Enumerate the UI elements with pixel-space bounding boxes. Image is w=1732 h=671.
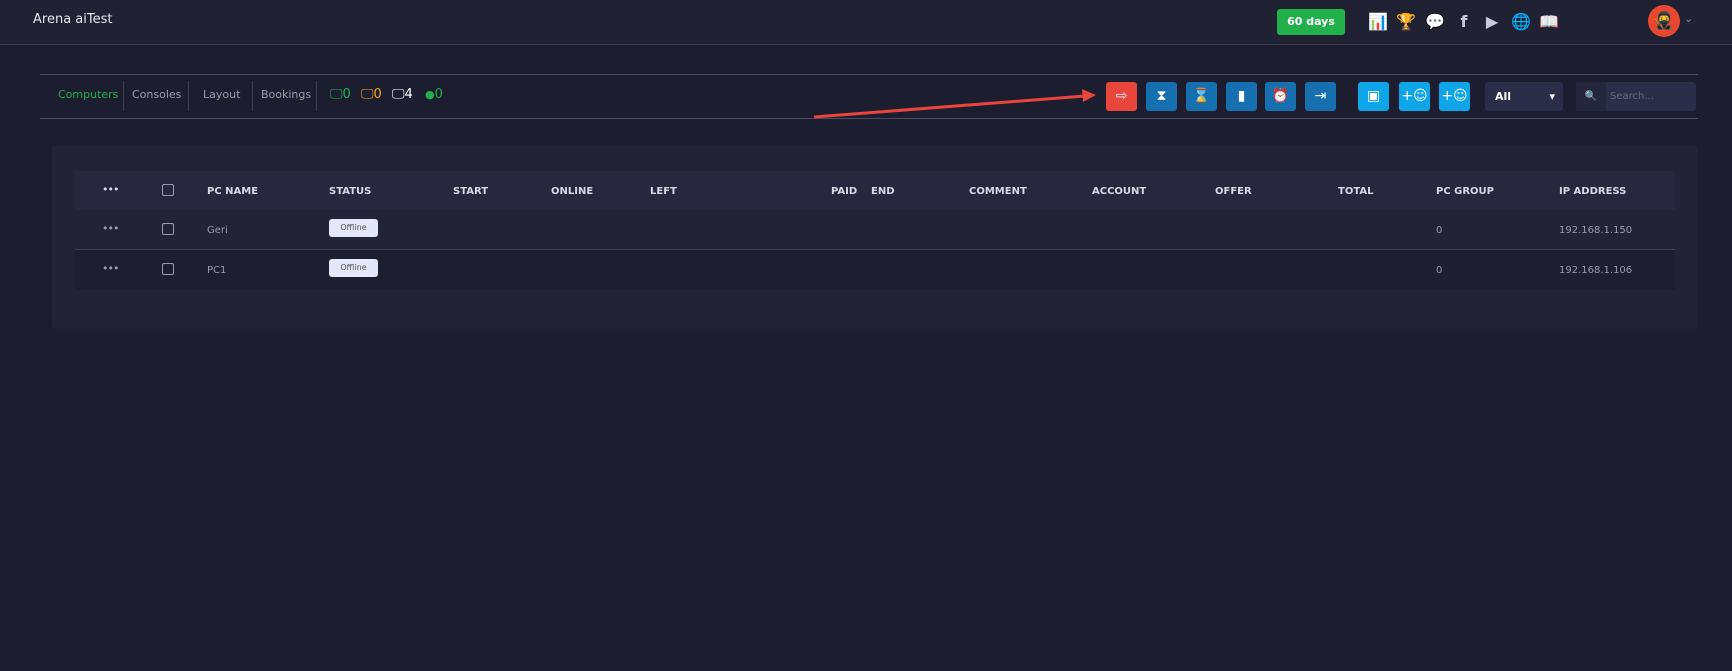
- col-status[interactable]: STATUS: [329, 186, 371, 197]
- group-filter-select[interactable]: All ▾: [1485, 82, 1563, 111]
- pc-name: PC1: [207, 265, 227, 276]
- logout-pc-button[interactable]: ⇨: [1106, 82, 1137, 111]
- filter-value: All: [1495, 90, 1512, 103]
- status-badge: Offline: [329, 219, 378, 237]
- col-online[interactable]: ONLINE: [551, 186, 593, 197]
- alarm-button[interactable]: ⏰: [1265, 82, 1296, 111]
- more-icon[interactable]: •••: [102, 183, 119, 196]
- sign-out-button[interactable]: ⇥: [1305, 82, 1336, 111]
- col-end[interactable]: END: [871, 186, 895, 197]
- add-guest-button[interactable]: +☺: [1439, 82, 1470, 111]
- row-checkbox[interactable]: [162, 263, 174, 275]
- annotation-arrow: [813, 89, 1096, 119]
- table-header: ••• PC NAME STATUS START ONLINE LEFT PAI…: [75, 171, 1675, 210]
- col-total[interactable]: TOTAL: [1338, 186, 1373, 197]
- row-menu-icon[interactable]: •••: [102, 222, 119, 235]
- cash-button[interactable]: ▣: [1358, 82, 1389, 111]
- col-start[interactable]: START: [453, 186, 488, 197]
- remove-time-button[interactable]: ⌛: [1186, 82, 1217, 111]
- ip-address: 192.168.1.106: [1559, 265, 1633, 276]
- search-box: 🔍: [1576, 82, 1696, 111]
- table-row[interactable]: ••• PC1 Offline 0 192.168.1.106: [75, 250, 1675, 290]
- row-checkbox[interactable]: [162, 223, 174, 235]
- table-row[interactable]: ••• Geri Offline 0 192.168.1.150: [75, 210, 1675, 250]
- pc-name: Geri: [207, 225, 228, 236]
- search-icon[interactable]: 🔍: [1576, 82, 1606, 111]
- chevron-down-icon: ▾: [1549, 90, 1555, 103]
- col-pc-group[interactable]: PC GROUP: [1436, 186, 1494, 197]
- row-menu-icon[interactable]: •••: [102, 262, 119, 275]
- search-input[interactable]: [1608, 82, 1694, 111]
- col-paid[interactable]: PAID: [831, 186, 857, 197]
- col-offer[interactable]: OFFER: [1215, 186, 1252, 197]
- col-ip-address[interactable]: IP ADDRESS: [1559, 186, 1626, 197]
- lock-button[interactable]: ▮: [1226, 82, 1257, 111]
- col-pc-name[interactable]: PC NAME: [207, 186, 258, 197]
- col-left[interactable]: LEFT: [650, 186, 677, 197]
- select-all-checkbox[interactable]: [162, 184, 174, 196]
- add-time-button[interactable]: ⧗: [1146, 82, 1177, 111]
- status-badge: Offline: [329, 259, 378, 277]
- pc-group: 0: [1436, 265, 1443, 276]
- col-comment[interactable]: COMMENT: [969, 186, 1027, 197]
- col-account[interactable]: ACCOUNT: [1092, 186, 1146, 197]
- add-member-button[interactable]: +☺: [1399, 82, 1430, 111]
- ip-address: 192.168.1.150: [1559, 225, 1633, 236]
- pc-group: 0: [1436, 225, 1443, 236]
